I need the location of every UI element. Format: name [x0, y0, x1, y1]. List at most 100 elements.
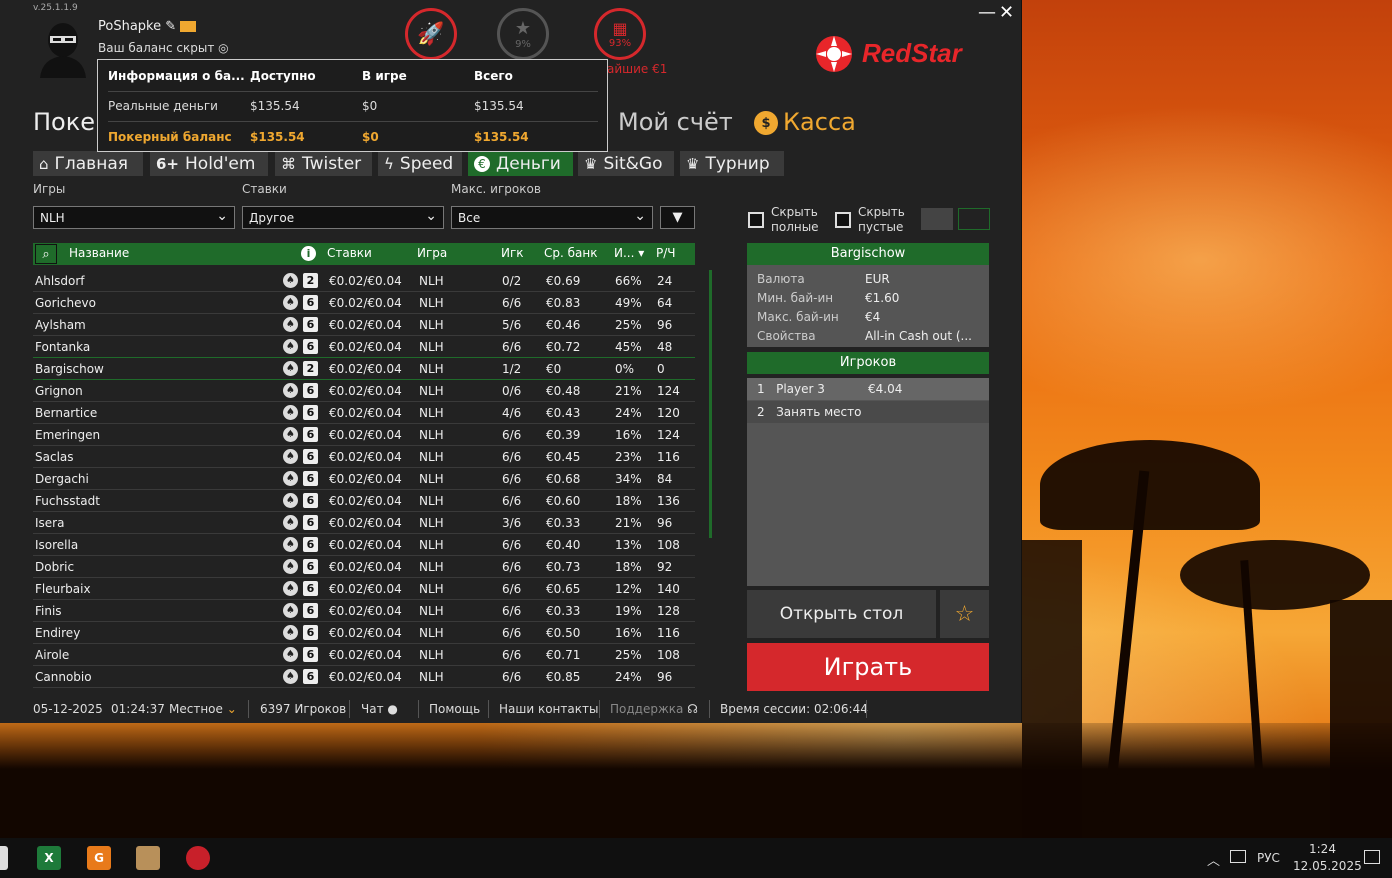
eye-icon[interactable]: ◎: [218, 41, 228, 55]
table-row[interactable]: Isorella ♠ 6 €0.02/€0.04 NLH 6/6 €0.40 13% 108: [33, 534, 695, 556]
chat-link[interactable]: Чат ●: [361, 702, 398, 716]
redstar-taskbar-icon[interactable]: [186, 846, 210, 870]
open-table-button[interactable]: Открыть стол: [747, 590, 936, 638]
gift-icon[interactable]: ▦ 93%: [594, 8, 646, 60]
popup-real-total: $135.54: [474, 99, 524, 113]
hide-empty-checkbox[interactable]: [835, 212, 851, 228]
table-name: Fleurbaix: [35, 582, 91, 596]
star-progress-icon[interactable]: ★ 9%: [497, 8, 549, 60]
scrollbar[interactable]: [709, 270, 712, 538]
table-row[interactable]: Airole ♠ 6 €0.02/€0.04 NLH 6/6 €0.71 25% 108: [33, 644, 695, 666]
tab-home[interactable]: ⌂ Главная: [33, 151, 143, 176]
cashier-coin-icon[interactable]: $: [754, 111, 778, 135]
table-row[interactable]: Cannobio ♠ 6 €0.02/€0.04 NLH 6/6 €0.85 24% 96: [33, 666, 695, 688]
table-row[interactable]: Saclas ♠ 6 €0.02/€0.04 NLH 6/6 €0.45 23% 116: [33, 446, 695, 468]
rocket-icon[interactable]: 🚀: [405, 8, 457, 60]
stakes: €0.02/€0.04: [329, 626, 402, 640]
filter-button[interactable]: ▼: [660, 206, 695, 229]
table-name: Endirey: [35, 626, 81, 640]
seats-badge: 6: [303, 449, 318, 464]
avg-pot: €0.72: [546, 340, 581, 354]
language-indicator[interactable]: РУС: [1257, 851, 1280, 865]
help-link[interactable]: Помощь: [429, 702, 480, 716]
edit-pencil-icon[interactable]: ✎: [165, 19, 176, 34]
table-row[interactable]: Fleurbaix ♠ 6 €0.02/€0.04 NLH 6/6 €0.65 12% 140: [33, 578, 695, 600]
tab-tournament[interactable]: ♛ Турнир: [680, 151, 784, 176]
table-row[interactable]: Isera ♠ 6 €0.02/€0.04 NLH 3/6 €0.33 21% 96: [33, 512, 695, 534]
take-seat-row[interactable]: 2 Занять место: [747, 401, 989, 423]
contacts-link[interactable]: Наши контакты: [499, 702, 598, 716]
balance-hidden-label[interactable]: Ваш баланс скрыт ◎: [98, 41, 229, 55]
seats-badge: 2: [303, 361, 318, 376]
tab-money[interactable]: € Деньги: [468, 151, 573, 176]
avg-pot: €0.71: [546, 648, 581, 662]
col-ph[interactable]: Р/Ч: [656, 246, 676, 260]
tab-twister[interactable]: ⌘ Twister: [275, 151, 372, 176]
table-row[interactable]: Dobric ♠ 6 €0.02/€0.04 NLH 6/6 €0.73 18% 92: [33, 556, 695, 578]
table-row[interactable]: Endirey ♠ 6 €0.02/€0.04 NLH 6/6 €0.50 16% 116: [33, 622, 695, 644]
support-link[interactable]: Поддержка ☊: [610, 702, 698, 716]
avg-pot: €0.65: [546, 582, 581, 596]
table-row[interactable]: Fontanka ♠ 6 €0.02/€0.04 NLH 6/6 €0.72 45% 48: [33, 336, 695, 358]
notepad-icon[interactable]: [0, 846, 8, 870]
game-type: NLH: [419, 648, 444, 662]
seats-badge: 2: [303, 273, 318, 288]
home-icon: ⌂: [39, 154, 49, 173]
table-row[interactable]: Grignon ♠ 6 €0.02/€0.04 NLH 0/6 €0.48 21% 124: [33, 380, 695, 402]
table-row[interactable]: Finis ♠ 6 €0.02/€0.04 NLH 6/6 €0.33 19% 128: [33, 600, 695, 622]
mail-icon[interactable]: [180, 21, 197, 32]
seats-badge: 6: [303, 581, 318, 596]
favorite-star-icon[interactable]: ☆: [940, 590, 989, 638]
table-name: Saclas: [35, 450, 74, 464]
minimize-button[interactable]: —: [978, 2, 996, 23]
table-row[interactable]: Aylsham ♠ 6 €0.02/€0.04 NLH 5/6 €0.46 25% 96: [33, 314, 695, 336]
list-view-icon[interactable]: [958, 208, 990, 230]
col-game[interactable]: Игра: [417, 246, 447, 260]
games-select[interactable]: NLH ⌄: [33, 206, 235, 229]
table-row[interactable]: Bernartice ♠ 6 €0.02/€0.04 NLH 4/6 €0.43 24% 120: [33, 402, 695, 424]
poker-client-window: v.25.1.1.9 PoShapke ✎ Ваш баланс скрыт ◎…: [0, 0, 1022, 723]
hands-per-hour: 0: [657, 362, 665, 376]
notifications-icon[interactable]: [1364, 850, 1380, 864]
table-row[interactable]: Gorichevo ♠ 6 €0.02/€0.04 NLH 6/6 €0.83 49% 64: [33, 292, 695, 314]
stakes-select[interactable]: Другое ⌄: [242, 206, 444, 229]
nav-account[interactable]: Мой счёт: [618, 108, 733, 136]
tab-holdem[interactable]: 6+ Hold'em: [150, 151, 268, 176]
col-players[interactable]: Игк: [501, 246, 524, 260]
col-avg-bank[interactable]: Ср. банк: [544, 246, 597, 260]
table-name: Aylsham: [35, 318, 86, 332]
clock-date[interactable]: 12.05.2025: [1293, 859, 1362, 873]
avatar[interactable]: [36, 20, 90, 78]
tab-speed[interactable]: ϟ Speed: [378, 151, 462, 176]
tab-sitgo[interactable]: ♛ Sit&Go: [578, 151, 674, 176]
max-players-select[interactable]: Все ⌄: [451, 206, 653, 229]
info-icon[interactable]: i: [301, 246, 316, 261]
network-icon[interactable]: [1230, 850, 1246, 863]
close-button[interactable]: ✕: [999, 2, 1014, 23]
hide-full-checkbox[interactable]: [748, 212, 764, 228]
app-g-icon[interactable]: G: [87, 846, 111, 870]
nav-cashier[interactable]: Касса: [783, 108, 856, 136]
chevron-up-icon[interactable]: ︿: [1207, 850, 1220, 869]
table-name: Dergachi: [35, 472, 89, 486]
table-row[interactable]: Dergachi ♠ 6 €0.02/€0.04 NLH 6/6 €0.68 34% 84: [33, 468, 695, 490]
timezone-select[interactable]: Местное ⌄: [169, 702, 237, 716]
avg-pot: €0.40: [546, 538, 581, 552]
clock-time[interactable]: 1:24: [1309, 842, 1336, 856]
play-button[interactable]: Играть: [747, 643, 989, 691]
col-pct[interactable]: И... ▾: [614, 246, 644, 260]
player-count: 5/6: [502, 318, 522, 332]
hands-per-hour: 84: [657, 472, 673, 486]
search-icon[interactable]: ⌕: [35, 244, 57, 264]
player-row[interactable]: 1 Player 3 €4.04: [747, 378, 989, 400]
grid-view-icon[interactable]: [921, 208, 953, 230]
excel-icon[interactable]: X: [37, 846, 61, 870]
table-row[interactable]: Ahlsdorf ♠ 2 €0.02/€0.04 NLH 0/2 €0.69 66% 24: [33, 270, 695, 292]
col-stakes[interactable]: Ставки: [327, 246, 372, 260]
package-icon[interactable]: [136, 846, 160, 870]
hands-per-hour: 108: [657, 538, 680, 552]
table-row[interactable]: Emeringen ♠ 6 €0.02/€0.04 NLH 6/6 €0.39 16% 124: [33, 424, 695, 446]
table-row[interactable]: Bargischow ♠ 2 €0.02/€0.04 NLH 1/2 €0 0% 0: [33, 358, 695, 380]
col-name[interactable]: Название: [69, 246, 129, 260]
table-row[interactable]: Fuchsstadt ♠ 6 €0.02/€0.04 NLH 6/6 €0.60 18% 136: [33, 490, 695, 512]
